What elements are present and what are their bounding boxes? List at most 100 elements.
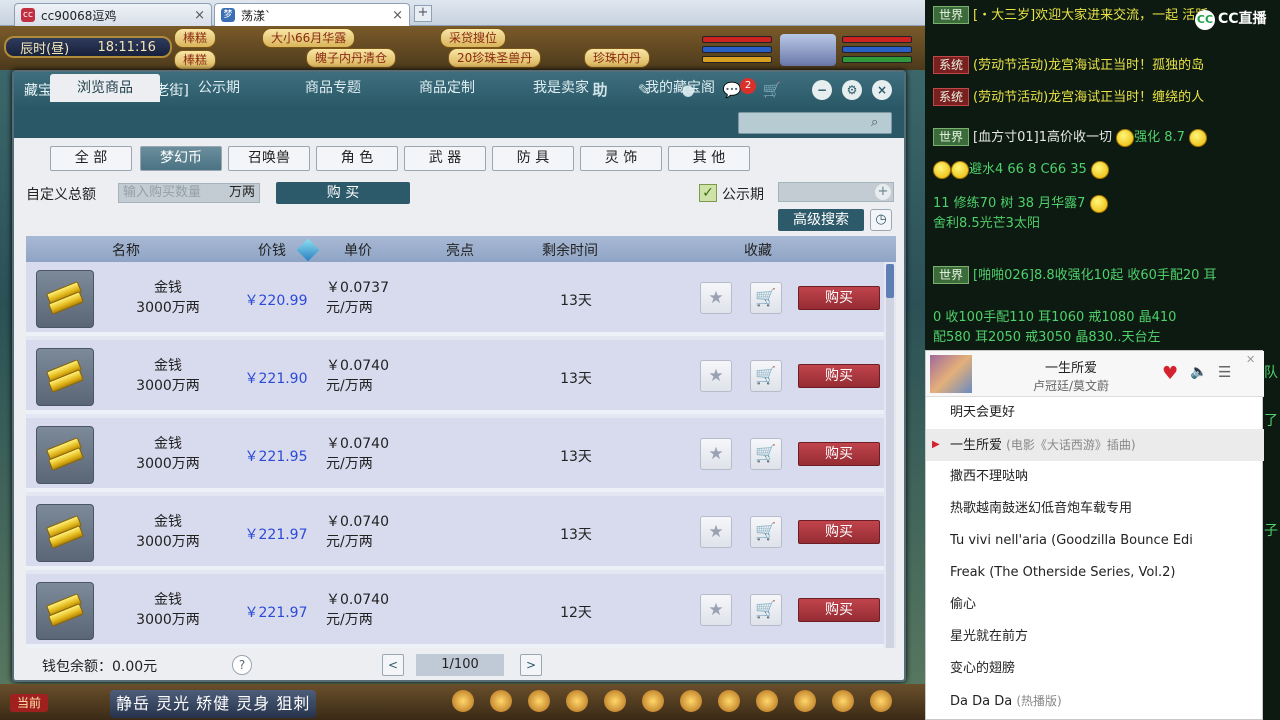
album-cover[interactable] (930, 355, 972, 393)
chat-line[interactable]: 系统 (劳动节活动)龙宫海试正当时！缠绕的人 (933, 88, 1278, 108)
browser-tab-2[interactable]: 梦 荡漾` × (214, 3, 410, 26)
playlist-item[interactable]: Freak (The Otherside Series, Vol.2) (926, 557, 1264, 589)
buy-button[interactable]: 购买 (798, 364, 880, 388)
cart-add-icon[interactable]: 🛒 (750, 594, 782, 626)
advanced-search-button[interactable]: 高级搜索 (778, 209, 864, 231)
tab-seller[interactable]: 我是卖家 (516, 74, 606, 102)
category-roles[interactable]: 角 色 (316, 146, 398, 171)
category-accessories[interactable]: 灵 饰 (580, 146, 662, 171)
prev-page-button[interactable]: < (382, 654, 404, 676)
buy-button[interactable]: 购买 (798, 520, 880, 544)
stall-chip[interactable]: 棒糕 (174, 28, 217, 48)
playlist-item-playing[interactable]: ▶ 一生所爱 (电影《大话西游》插曲) (926, 429, 1264, 461)
public-period-checkbox[interactable]: ✓ (699, 184, 717, 202)
category-weapons[interactable]: 武 器 (404, 146, 486, 171)
category-armor[interactable]: 防 具 (492, 146, 574, 171)
stall-chip[interactable]: 棒糕 (174, 50, 217, 70)
item-icon[interactable] (718, 690, 740, 712)
cart-add-icon[interactable]: 🛒 (750, 516, 782, 548)
item-icon[interactable] (680, 690, 702, 712)
chat-line[interactable]: 舍利8.5光芒3太阳 (933, 214, 1278, 234)
buy-button[interactable]: 购买 (798, 442, 880, 466)
chat-line[interactable]: 世界 [血方寸01]1高价收一切 强化 8.7 (933, 128, 1278, 148)
star-icon[interactable]: ★ (700, 360, 732, 392)
item-icon[interactable] (794, 690, 816, 712)
item-icon[interactable] (566, 690, 588, 712)
stall-chip[interactable]: 魄子内丹清仓 (306, 48, 397, 68)
category-pets[interactable]: 召唤兽 (228, 146, 310, 171)
heart-icon[interactable]: ♥ (1162, 363, 1178, 384)
star-icon[interactable]: ★ (700, 516, 732, 548)
new-tab-button[interactable]: + (414, 5, 432, 22)
chat-line[interactable]: 避水4 66 8 C66 35 (933, 160, 1278, 180)
chat-line[interactable]: 系统 (劳动节活动)龙宫海试正当时！孤独的岛 (933, 56, 1278, 76)
next-page-button[interactable]: > (520, 654, 542, 676)
chat-line[interactable]: 0 收100手配110 耳1060 戒1080 晶410 (933, 308, 1278, 328)
stall-chip[interactable]: 大小66月华露 (262, 28, 356, 48)
clock-icon[interactable]: ◷ (870, 209, 892, 231)
current-channel-button[interactable]: 当前 (10, 694, 48, 712)
chat-line[interactable]: 配580 耳2050 戒3050 晶830..天台左 (933, 328, 1278, 348)
page-indicator[interactable]: 1/100 (416, 654, 504, 676)
table-scrollbar[interactable] (886, 264, 894, 648)
playlist-icon[interactable]: ☰ (1218, 363, 1231, 381)
close-tab-icon[interactable]: × (392, 8, 403, 23)
browser-tab-1[interactable]: cc cc90068逗鸡 × (14, 3, 212, 26)
tab-my-pavilion[interactable]: 我的藏宝阁 (630, 74, 730, 102)
table-row[interactable]: 金钱 3000万两 ￥221.95 ￥0.0740 元/万两 13天 ★ 🛒 购买 (26, 418, 884, 492)
table-row[interactable]: 金钱 3000万两 ￥221.90 ￥0.0740 元/万两 13天 ★ 🛒 购买 (26, 340, 884, 414)
playlist-item[interactable]: 明天会更好 (926, 397, 1264, 429)
item-icon[interactable] (490, 690, 512, 712)
col-name[interactable]: 名称 (112, 240, 140, 260)
col-price[interactable]: 价钱 (258, 240, 286, 260)
cart-add-icon[interactable]: 🛒 (750, 282, 782, 314)
item-icon[interactable] (452, 690, 474, 712)
category-other[interactable]: 其 他 (668, 146, 750, 171)
playlist-item[interactable]: Da Da Da (热播版) (926, 685, 1264, 717)
table-row[interactable]: 金钱 3000万两 ￥220.99 ￥0.0737 元/万两 13天 ★ 🛒 购买 (26, 262, 884, 336)
cart-add-icon[interactable]: 🛒 (750, 438, 782, 470)
tab-topics[interactable]: 商品专题 (288, 74, 378, 102)
minimize-icon[interactable]: − (812, 80, 832, 100)
settings-icon[interactable]: ⚙ (842, 80, 862, 100)
buy-amount-button[interactable]: 购 买 (276, 182, 410, 204)
item-icon[interactable] (528, 690, 550, 712)
tab-custom[interactable]: 商品定制 (402, 74, 492, 102)
buy-button[interactable]: 购买 (798, 286, 880, 310)
search-icon[interactable]: ⌕ (871, 115, 887, 131)
search-input[interactable]: ⌕ (738, 112, 892, 134)
amount-input[interactable]: 输入购买数量 万两 (118, 183, 260, 203)
cart-icon[interactable]: 🛒 (762, 80, 782, 100)
col-unit-price[interactable]: 单价 (344, 240, 372, 260)
close-tab-icon[interactable]: × (194, 8, 205, 23)
tab-browse[interactable]: 浏览商品 (50, 74, 160, 102)
category-all[interactable]: 全 部 (50, 146, 132, 171)
stall-chip[interactable]: 20珍珠圣兽丹 (448, 48, 542, 68)
star-icon[interactable]: ★ (700, 594, 732, 626)
chat-line[interactable]: 11 修练70 树 38 月华露7 (933, 194, 1278, 214)
item-icon[interactable] (870, 690, 892, 712)
playlist-item[interactable]: 热歌越南鼓迷幻低音炮车载专用 (926, 493, 1264, 525)
stall-chip[interactable]: 采贷搜位 (440, 28, 507, 48)
star-icon[interactable]: ★ (700, 438, 732, 470)
col-remaining[interactable]: 剩余时间 (542, 240, 598, 260)
star-icon[interactable]: ★ (700, 282, 732, 314)
help-circle-icon[interactable]: ? (232, 655, 252, 675)
category-currency[interactable]: 梦幻币 (140, 146, 222, 171)
playlist-item[interactable]: 撒西不理哒呐 (926, 461, 1264, 493)
table-row[interactable]: 金钱 3000万两 ￥221.97 ￥0.0740 元/万两 12天 ★ 🛒 购买 (26, 574, 884, 648)
playlist-item[interactable]: 星光就在前方 (926, 621, 1264, 653)
stall-chip[interactable]: 珍珠内丹 (584, 48, 651, 68)
plus-icon[interactable]: + (875, 184, 891, 200)
table-row[interactable]: 金钱 3000万两 ￥221.97 ￥0.0740 元/万两 13天 ★ 🛒 购买 (26, 496, 884, 570)
character-avatar[interactable] (780, 34, 836, 66)
public-period-select[interactable]: + (778, 182, 894, 202)
playlist-item[interactable]: 偷心 (926, 589, 1264, 621)
tab-public-period[interactable]: 公示期 (174, 74, 264, 102)
item-icon[interactable] (832, 690, 854, 712)
playlist-item[interactable]: Tu vivi nell'aria (Goodzilla Bounce Edi (926, 525, 1264, 557)
item-icon[interactable] (642, 690, 664, 712)
playlist-item[interactable]: 变心的翅膀 (926, 653, 1264, 685)
buy-button[interactable]: 购买 (798, 598, 880, 622)
chat-line[interactable]: 世界 [啪啪026]8.8收强化10起 收60手配20 耳 (933, 266, 1278, 286)
